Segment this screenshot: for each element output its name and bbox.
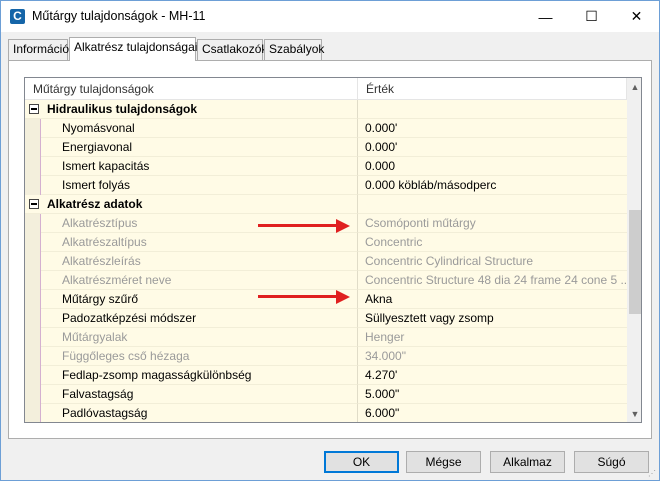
property-name: Alkatrész adatok xyxy=(25,195,358,214)
property-value[interactable]: Henger xyxy=(358,328,627,347)
row-gutter xyxy=(25,404,41,422)
property-value[interactable]: Concentric xyxy=(358,233,627,252)
property-value xyxy=(358,195,627,214)
property-name: Alkatrészaltípus xyxy=(41,233,358,252)
resize-grip-icon[interactable]: ⋰ xyxy=(648,469,658,479)
property-value[interactable]: 4.270' xyxy=(358,366,627,385)
tab-informacio[interactable]: Információ xyxy=(8,39,69,60)
property-grid: Műtárgy tulajdonságok Érték Hidraulikus … xyxy=(24,77,642,423)
help-button[interactable]: Súgó xyxy=(574,451,649,473)
property-row[interactable]: Ismert kapacitás 0.000 xyxy=(25,157,627,176)
property-value[interactable]: 34.000" xyxy=(358,347,627,366)
property-value[interactable]: 5.000" xyxy=(358,385,627,404)
row-gutter xyxy=(25,252,41,271)
row-gutter xyxy=(25,328,41,347)
collapse-icon[interactable] xyxy=(29,199,39,209)
close-icon[interactable]: ✕ xyxy=(614,1,659,32)
property-name: Padlóvastagság xyxy=(41,404,358,422)
property-row[interactable]: Ismert folyás 0.000 köbláb/másodperc xyxy=(25,176,627,195)
maximize-icon[interactable]: ☐ xyxy=(569,1,614,32)
property-row[interactable]: Nyomásvonal 0.000' xyxy=(25,119,627,138)
property-name: Függőleges cső hézaga xyxy=(41,347,358,366)
property-name: Alkatrészméret neve xyxy=(41,271,358,290)
minimize-icon[interactable]: — xyxy=(523,1,568,32)
property-row[interactable]: Fedlap-zsomp magasságkülönbség 4.270' xyxy=(25,366,627,385)
row-gutter xyxy=(25,290,41,309)
scroll-down-icon[interactable]: ▼ xyxy=(627,405,641,422)
property-name: Ismert folyás xyxy=(41,176,358,195)
row-gutter xyxy=(25,157,41,176)
row-gutter xyxy=(25,176,41,195)
apply-button[interactable]: Alkalmaz xyxy=(490,451,565,473)
scroll-thumb[interactable] xyxy=(629,210,641,314)
row-gutter xyxy=(25,366,41,385)
grid-rows: Hidraulikus tulajdonságok Nyomásvonal 0.00… xyxy=(25,100,627,422)
row-gutter xyxy=(25,233,41,252)
scroll-up-icon[interactable]: ▲ xyxy=(627,78,641,95)
property-value[interactable]: Csomóponti műtárgy xyxy=(358,214,627,233)
property-group-row[interactable]: Alkatrész adatok xyxy=(25,195,627,214)
civil3d-app-icon: C xyxy=(10,9,25,24)
property-group-row[interactable]: Hidraulikus tulajdonságok xyxy=(25,100,627,119)
tab-szabalyok[interactable]: Szabályok xyxy=(264,39,324,60)
window-title: Műtárgy tulajdonságok - MH-11 xyxy=(32,9,206,23)
property-name: Padozatképzési módszer xyxy=(41,309,358,328)
property-name: Ismert kapacitás xyxy=(41,157,358,176)
property-name: Energiavonal xyxy=(41,138,358,157)
row-gutter xyxy=(25,214,41,233)
property-name: Alkatrészleírás xyxy=(41,252,358,271)
property-row[interactable]: Alkatrészméret neve Concentric Structure … xyxy=(25,271,627,290)
property-value[interactable]: Akna xyxy=(358,290,627,309)
property-row[interactable]: Műtárgy szűrő Akna xyxy=(25,290,627,309)
property-row[interactable]: Függőleges cső hézaga 34.000" xyxy=(25,347,627,366)
property-value[interactable]: Süllyesztett vagy zsomp xyxy=(358,309,627,328)
grid-header: Műtárgy tulajdonságok Érték xyxy=(25,78,627,100)
property-row[interactable]: Műtárgyalak Henger xyxy=(25,328,627,347)
property-name: Műtárgyalak xyxy=(41,328,358,347)
property-value xyxy=(358,100,627,119)
property-row[interactable]: Padozatképzési módszer Süllyesztett vagy … xyxy=(25,309,627,328)
tab-csatlakozok[interactable]: Csatlakozók xyxy=(197,39,267,60)
property-value[interactable]: 6.000" xyxy=(358,404,627,422)
property-name: Hidraulikus tulajdonságok xyxy=(25,100,358,119)
property-value[interactable]: 0.000' xyxy=(358,138,627,157)
row-gutter xyxy=(25,271,41,290)
property-value[interactable]: 0.000 xyxy=(358,157,627,176)
property-row[interactable]: Alkatrészleírás Concentric Cylindrical St… xyxy=(25,252,627,271)
ok-button[interactable]: OK xyxy=(324,451,399,473)
row-gutter xyxy=(25,309,41,328)
property-row[interactable]: Alkatrészaltípus Concentric xyxy=(25,233,627,252)
column-header-name[interactable]: Műtárgy tulajdonságok xyxy=(25,78,358,100)
property-name: Műtárgy szűrő xyxy=(41,290,358,309)
row-gutter xyxy=(25,385,41,404)
property-row[interactable]: Padlóvastagság 6.000" xyxy=(25,404,627,422)
tab-alkatresz-tulajdonsagai[interactable]: Alkatrész tulajdonságai xyxy=(69,37,197,61)
property-name: Nyomásvonal xyxy=(41,119,358,138)
vertical-scrollbar[interactable]: ▲ ▼ xyxy=(627,78,641,422)
property-row[interactable]: Falvastagság 5.000" xyxy=(25,385,627,404)
column-header-value[interactable]: Érték xyxy=(358,78,627,100)
row-gutter xyxy=(25,119,41,138)
property-name: Falvastagság xyxy=(41,385,358,404)
property-name: Fedlap-zsomp magasságkülönbség xyxy=(41,366,358,385)
title-bar[interactable]: C Műtárgy tulajdonságok - MH-11 — ☐ ✕ xyxy=(1,1,659,32)
property-value[interactable]: 0.000' xyxy=(358,119,627,138)
property-value[interactable]: Concentric Structure 48 dia 24 frame 24 … xyxy=(358,271,627,290)
collapse-icon[interactable] xyxy=(29,104,39,114)
cancel-button[interactable]: Mégse xyxy=(406,451,481,473)
property-value[interactable]: Concentric Cylindrical Structure xyxy=(358,252,627,271)
row-gutter xyxy=(25,347,41,366)
property-value[interactable]: 0.000 köbláb/másodperc xyxy=(358,176,627,195)
row-gutter xyxy=(25,138,41,157)
property-row[interactable]: Energiavonal 0.000' xyxy=(25,138,627,157)
